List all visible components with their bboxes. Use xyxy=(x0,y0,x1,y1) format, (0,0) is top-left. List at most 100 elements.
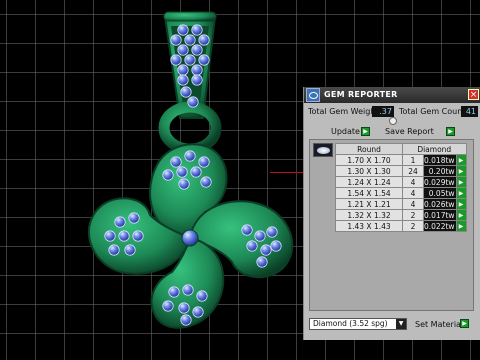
gem-stone[interactable] xyxy=(170,54,182,66)
gem-count: 24 xyxy=(402,165,424,177)
gem-stone[interactable] xyxy=(246,240,258,252)
gem-shape-icon[interactable] xyxy=(313,143,333,157)
material-selected: Diamond (3.52 spg) xyxy=(313,319,388,328)
gem-stone[interactable] xyxy=(260,244,272,256)
dropdown-arrow-icon[interactable]: ▼ xyxy=(396,319,406,329)
gem-stone[interactable] xyxy=(176,166,188,178)
gem-count: 1 xyxy=(402,154,424,166)
gem-stone[interactable] xyxy=(184,150,196,162)
gem-stone[interactable] xyxy=(241,224,253,236)
gem-stone[interactable] xyxy=(124,244,136,256)
update-label[interactable]: Update xyxy=(331,127,360,136)
gem-stone[interactable] xyxy=(180,314,192,326)
gem-size: 1.30 X 1.30 xyxy=(335,165,403,177)
gem-stone[interactable] xyxy=(254,230,266,242)
row-go-button[interactable]: ▶ xyxy=(455,154,467,166)
gem-stone[interactable] xyxy=(184,34,196,46)
gem-stone[interactable] xyxy=(256,256,268,268)
gem-size: 1.43 X 1.43 xyxy=(335,220,403,232)
set-material-button[interactable]: ▶ xyxy=(460,319,469,328)
gem-stone[interactable] xyxy=(104,230,116,242)
table-row[interactable]: 1.43 X 1.43 2 0.022tw ▶ xyxy=(335,220,467,232)
gem-size: 1.54 X 1.54 xyxy=(335,187,403,199)
gem-stone[interactable] xyxy=(266,226,278,238)
row-go-button[interactable]: ▶ xyxy=(455,187,467,199)
total-count-value: 41 xyxy=(461,106,478,117)
table-row[interactable]: 1.54 X 1.54 4 0.05tw ▶ xyxy=(335,187,467,199)
gem-stone[interactable] xyxy=(132,230,144,242)
gem-weight: 0.029tw xyxy=(423,176,457,188)
header-round: Round xyxy=(335,143,403,155)
gem-stone[interactable] xyxy=(177,64,189,76)
table-row[interactable]: 1.24 X 1.24 4 0.029tw ▶ xyxy=(335,176,467,188)
update-button[interactable]: ▶ xyxy=(361,127,370,136)
row-go-button[interactable]: ▶ xyxy=(455,209,467,221)
gem-stone[interactable] xyxy=(187,96,199,108)
gem-weight: 0.20tw xyxy=(423,165,457,177)
gem-size: 1.70 X 1.70 xyxy=(335,154,403,166)
gem-stone[interactable] xyxy=(162,169,174,181)
gem-stone[interactable] xyxy=(118,230,130,242)
header-diamond: Diamond xyxy=(402,143,467,155)
table-row[interactable]: 1.32 X 1.32 2 0.017tw ▶ xyxy=(335,209,467,221)
gem-size: 1.21 X 1.21 xyxy=(335,198,403,210)
material-bar: Diamond (3.52 spg) ▼ Set Material ▶ xyxy=(304,315,480,335)
gem-stone[interactable] xyxy=(184,54,196,66)
set-material-label[interactable]: Set Material xyxy=(415,320,463,329)
row-go-button[interactable]: ▶ xyxy=(455,165,467,177)
gem-weight: 0.017tw xyxy=(423,209,457,221)
divider-knob[interactable] xyxy=(389,117,397,125)
title-bar[interactable]: GEM REPORTER × xyxy=(304,87,480,103)
gem-stone[interactable] xyxy=(162,300,174,312)
gem-stone[interactable] xyxy=(128,212,140,224)
save-report-button[interactable]: ▶ xyxy=(446,127,455,136)
gem-stone[interactable] xyxy=(182,284,194,296)
gem-stone[interactable] xyxy=(177,74,189,86)
gem-count: 2 xyxy=(402,209,424,221)
gem-reporter-panel[interactable]: GEM REPORTER × Total Gem Weight .37 Tota… xyxy=(303,87,480,340)
gem-stone[interactable] xyxy=(198,156,210,168)
gem-stone[interactable] xyxy=(191,24,203,36)
gem-stone[interactable] xyxy=(178,302,190,314)
close-icon[interactable]: × xyxy=(468,89,479,100)
gem-stone[interactable] xyxy=(180,86,192,98)
row-go-button[interactable]: ▶ xyxy=(455,198,467,210)
save-report-label[interactable]: Save Report xyxy=(385,127,434,136)
gem-stone[interactable] xyxy=(168,286,180,298)
gem-weight: 0.018tw xyxy=(423,154,457,166)
gem-stone[interactable] xyxy=(114,216,126,228)
material-select[interactable]: Diamond (3.52 spg) ▼ xyxy=(309,318,407,330)
gem-size: 1.24 X 1.24 xyxy=(335,176,403,188)
gem-stone[interactable] xyxy=(178,178,190,190)
total-count-label: Total Gem Count xyxy=(399,107,466,116)
gem-count: 4 xyxy=(402,187,424,199)
table-row[interactable]: 1.30 X 1.30 24 0.20tw ▶ xyxy=(335,165,467,177)
gem-count: 4 xyxy=(402,176,424,188)
row-go-button[interactable]: ▶ xyxy=(455,220,467,232)
total-weight-value: .37 xyxy=(372,106,394,117)
gem-stone[interactable] xyxy=(177,24,189,36)
gem-stone[interactable] xyxy=(270,240,282,252)
gem-stone[interactable] xyxy=(198,54,210,66)
gem-stone[interactable] xyxy=(170,156,182,168)
gem-stone[interactable] xyxy=(191,44,203,56)
gem-stone[interactable] xyxy=(200,176,212,188)
gem-stone[interactable] xyxy=(190,166,202,178)
gem-stone[interactable] xyxy=(196,290,208,302)
gem-weight: 0.022tw xyxy=(423,220,457,232)
table-row[interactable]: 1.21 X 1.21 4 0.026tw ▶ xyxy=(335,198,467,210)
gem-size: 1.32 X 1.32 xyxy=(335,209,403,221)
gem-stone[interactable] xyxy=(191,64,203,76)
gem-table-area: Round Diamond 1.70 X 1.70 1 0.018tw ▶ 1.30 X… xyxy=(309,139,474,311)
pendant-model[interactable] xyxy=(0,0,300,360)
table-row[interactable]: 1.70 X 1.70 1 0.018tw ▶ xyxy=(335,154,467,166)
gem-stone[interactable] xyxy=(192,306,204,318)
gem-stone[interactable] xyxy=(170,34,182,46)
gem-stone[interactable] xyxy=(191,74,203,86)
gem-count: 2 xyxy=(402,220,424,232)
gem-table: Round Diamond 1.70 X 1.70 1 0.018tw ▶ 1.30 X… xyxy=(335,143,467,232)
gem-stone[interactable] xyxy=(198,34,210,46)
gem-stone[interactable] xyxy=(177,44,189,56)
gem-stone[interactable] xyxy=(108,244,120,256)
row-go-button[interactable]: ▶ xyxy=(455,176,467,188)
